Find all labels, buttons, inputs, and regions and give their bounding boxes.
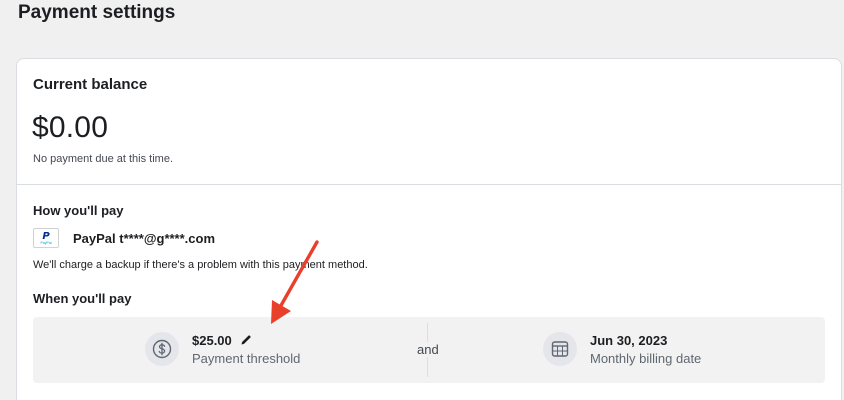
dollar-circle-icon <box>145 331 179 366</box>
payment-threshold-caption: Payment threshold <box>192 351 301 366</box>
paypal-logo-text: PayPal <box>40 240 52 245</box>
current-balance-label: Current balance <box>33 76 148 93</box>
how-you-pay-label: How you'll pay <box>33 203 124 218</box>
pencil-edit-icon[interactable] <box>240 334 252 346</box>
payment-settings-card: Current balance $0.00 No payment due at … <box>16 58 842 400</box>
billing-date-value: Jun 30, 2023 <box>590 332 668 348</box>
page-title: Payment settings <box>18 2 176 23</box>
when-you-pay-label: When you'll pay <box>33 291 132 306</box>
backup-payment-note: We'll charge a backup if there's a probl… <box>33 259 368 271</box>
and-connector-label: and <box>415 342 441 357</box>
billing-date-item: Jun 30, 2023 Monthly billing date <box>543 331 701 366</box>
payment-threshold-item: $25.00 Payment threshold <box>145 331 300 366</box>
current-balance-section: Current balance $0.00 No payment due at … <box>17 59 841 185</box>
current-balance-amount: $0.00 <box>32 111 109 144</box>
page: Payment settings Current balance $0.00 N… <box>0 0 844 400</box>
balance-status-note: No payment due at this time. <box>33 153 174 165</box>
billing-schedule-box: $25.00 Payment threshold and Jun 30, 202… <box>33 317 825 383</box>
calendar-icon <box>543 331 577 366</box>
payment-threshold-value: $25.00 <box>192 332 232 348</box>
payment-method-row[interactable]: P PayPal PayPal t****@g****.com <box>33 228 215 248</box>
payment-method-name: PayPal t****@g****.com <box>73 230 216 246</box>
paypal-logo-icon: P PayPal <box>33 228 59 248</box>
paypal-logo-mark: P <box>42 230 50 242</box>
billing-date-caption: Monthly billing date <box>590 351 702 366</box>
